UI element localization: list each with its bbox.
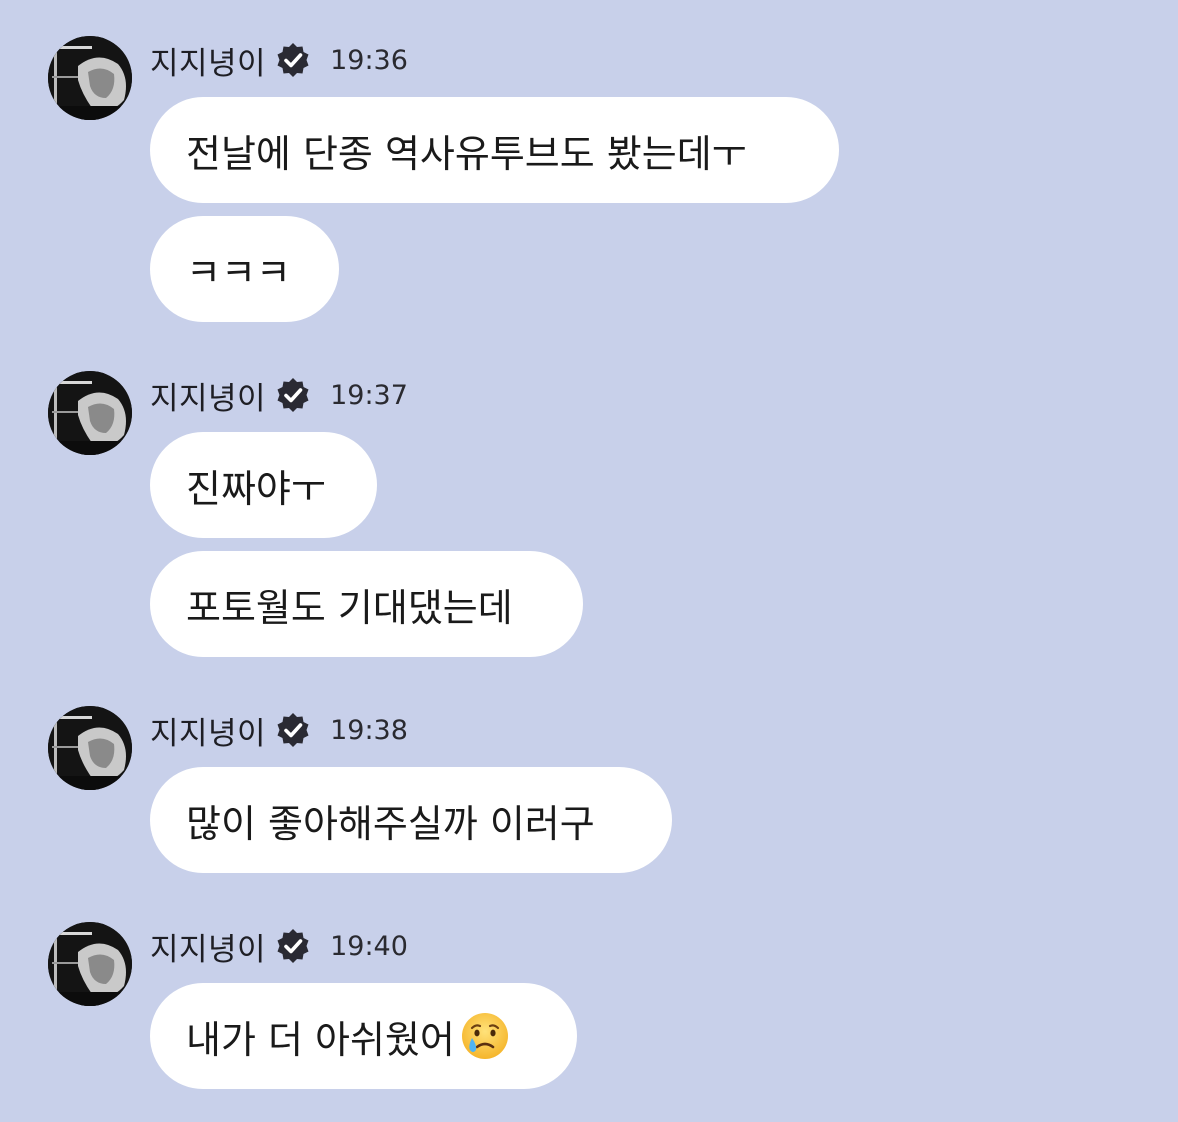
message-text: 포토월도 기대댔는데: [186, 585, 513, 630]
message-header: 지지녕이 19:38: [150, 708, 408, 753]
message-bubble[interactable]: 전날에 단종 역사유투브도 봤는데ㅜ: [150, 97, 839, 203]
verified-badge-icon: [274, 711, 312, 749]
message-text: 전날에 단종 역사유투브도 봤는데ㅜ: [186, 131, 747, 176]
message-bubble[interactable]: 많이 좋아해주실까 이러구: [150, 767, 672, 873]
message-time: 19:36: [330, 44, 408, 76]
avatar[interactable]: [48, 922, 132, 1006]
verified-badge-icon: [274, 927, 312, 965]
avatar[interactable]: [48, 371, 132, 455]
message-text: ㅋㅋㅋ: [186, 250, 291, 295]
message-header: 지지녕이 19:40: [150, 924, 408, 969]
crying-face-icon: [459, 1010, 511, 1062]
message-bubble[interactable]: 내가 더 아쉬웠어: [150, 983, 577, 1089]
message-time: 19:38: [330, 714, 408, 746]
avatar[interactable]: [48, 706, 132, 790]
message-header: 지지녕이 19:36: [150, 38, 408, 83]
message-bubble[interactable]: ㅋㅋㅋ: [150, 216, 339, 322]
sender-name[interactable]: 지지녕이: [150, 38, 266, 83]
message-time: 19:40: [330, 930, 408, 962]
message-text: 내가 더 아쉬웠어: [186, 1017, 455, 1062]
message-text: 많이 좋아해주실까 이러구: [186, 801, 595, 846]
avatar[interactable]: [48, 36, 132, 120]
message-bubble[interactable]: 진짜야ㅜ: [150, 432, 377, 538]
sender-name[interactable]: 지지녕이: [150, 924, 266, 969]
verified-badge-icon: [274, 376, 312, 414]
sender-name[interactable]: 지지녕이: [150, 373, 266, 418]
message-time: 19:37: [330, 379, 408, 411]
sender-name[interactable]: 지지녕이: [150, 708, 266, 753]
message-bubble[interactable]: 포토월도 기대댔는데: [150, 551, 583, 657]
message-header: 지지녕이 19:37: [150, 373, 408, 418]
message-text: 진짜야ㅜ: [186, 466, 326, 511]
verified-badge-icon: [274, 41, 312, 79]
